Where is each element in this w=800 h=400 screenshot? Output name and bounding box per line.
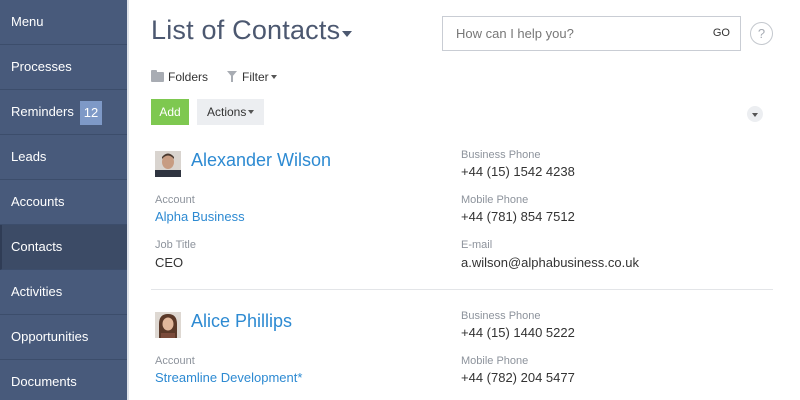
business-phone-label: Business Phone bbox=[461, 310, 541, 322]
search-go-button[interactable]: GO bbox=[713, 27, 730, 39]
sidebar-item-label: Reminders bbox=[11, 104, 74, 119]
email-value[interactable]: a.wilson@alphabusiness.co.uk bbox=[461, 255, 639, 270]
avatar[interactable] bbox=[155, 151, 181, 177]
sidebar-item-leads[interactable]: Leads bbox=[0, 135, 127, 180]
sidebar-item-label: Accounts bbox=[11, 194, 65, 209]
business-phone-value[interactable]: +44 (15) 1542 4238 bbox=[461, 164, 575, 179]
add-button[interactable]: Add bbox=[151, 99, 189, 125]
page-title: List of Contacts bbox=[151, 15, 341, 45]
contact-card: Alice Phillips Account Streamline Develo… bbox=[151, 306, 773, 400]
search-box: GO bbox=[442, 16, 741, 51]
chevron-down-icon bbox=[271, 75, 277, 79]
help-button[interactable]: ? bbox=[750, 22, 773, 45]
contact-name-link[interactable]: Alice Phillips bbox=[191, 311, 292, 332]
folder-icon bbox=[151, 70, 164, 82]
mobile-phone-label: Mobile Phone bbox=[461, 355, 529, 367]
avatar[interactable] bbox=[155, 312, 181, 338]
sidebar-item-processes[interactable]: Processes bbox=[0, 45, 127, 90]
chevron-down-icon bbox=[248, 110, 254, 114]
contact-card: Alexander Wilson Account Alpha Business … bbox=[151, 145, 773, 290]
sidebar-item-label: Processes bbox=[11, 59, 72, 74]
sidebar-item-activities[interactable]: Activities bbox=[0, 270, 127, 315]
sidebar-item-label: Activities bbox=[11, 284, 63, 299]
sidebar-item-label: Contacts bbox=[11, 239, 63, 254]
account-link[interactable]: Alpha Business bbox=[155, 209, 245, 224]
job-title-value: CEO bbox=[155, 255, 184, 270]
mobile-phone-label: Mobile Phone bbox=[461, 194, 529, 206]
actions-label: Actions bbox=[207, 105, 247, 119]
sidebar-item-reminders[interactable]: Reminders 12 bbox=[0, 90, 127, 135]
account-label: Account bbox=[155, 194, 195, 206]
title-dropdown-icon[interactable] bbox=[342, 31, 352, 37]
mobile-phone-value[interactable]: +44 (782) 204 5477 bbox=[461, 370, 575, 385]
business-phone-value[interactable]: +44 (15) 1440 5222 bbox=[461, 325, 575, 340]
sidebar-item-label: Menu bbox=[11, 14, 44, 29]
account-link[interactable]: Streamline Development* bbox=[155, 370, 302, 385]
sidebar-item-label: Leads bbox=[11, 149, 47, 164]
email-label: E-mail bbox=[461, 239, 493, 251]
job-title-label: Job Title bbox=[155, 239, 196, 251]
business-phone-label: Business Phone bbox=[461, 149, 541, 161]
folders-label: Folders bbox=[168, 70, 209, 84]
sidebar-item-documents[interactable]: Documents bbox=[0, 360, 127, 400]
sidebar-item-contacts[interactable]: Contacts bbox=[0, 225, 127, 270]
sidebar-item-accounts[interactable]: Accounts bbox=[0, 180, 127, 225]
search-input[interactable] bbox=[456, 26, 696, 41]
sidebar-item-label: Opportunities bbox=[11, 329, 89, 344]
mobile-phone-value[interactable]: +44 (781) 854 7512 bbox=[461, 209, 575, 224]
actions-button[interactable]: Actions bbox=[197, 99, 264, 125]
account-label: Account bbox=[155, 355, 195, 367]
filter-label: Filter bbox=[242, 70, 269, 84]
contact-name-link[interactable]: Alexander Wilson bbox=[191, 150, 331, 171]
sidebar-item-opportunities[interactable]: Opportunities bbox=[0, 315, 127, 360]
sidebar: Menu Processes Reminders 12 Leads Accoun… bbox=[0, 0, 127, 400]
sidebar-item-menu[interactable]: Menu bbox=[0, 0, 127, 45]
sidebar-divider bbox=[127, 0, 129, 400]
funnel-icon bbox=[227, 71, 237, 82]
reminders-count-badge: 12 bbox=[80, 101, 102, 125]
expand-collapse-icon[interactable] bbox=[747, 106, 763, 122]
sidebar-item-label: Documents bbox=[11, 374, 77, 389]
